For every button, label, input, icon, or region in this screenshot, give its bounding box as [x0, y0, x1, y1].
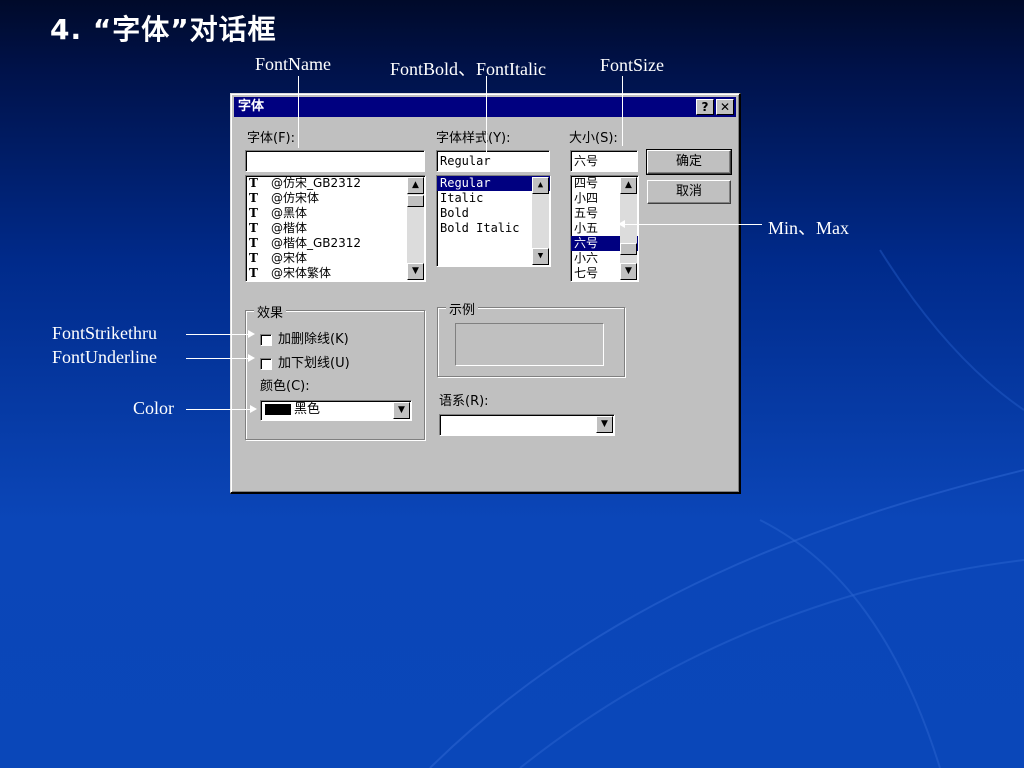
style-list-scrollbar[interactable]: ▲ ▼: [532, 177, 549, 265]
annotation-fontstrikethru: FontStrikethru: [52, 323, 158, 343]
script-label: 语系(R):: [439, 394, 489, 409]
list-item-label: 六号: [574, 236, 599, 250]
close-icon: ✕: [719, 100, 731, 114]
annotation-min-max: Min、Max: [768, 218, 849, 238]
list-item[interactable]: T @楷体: [246, 221, 425, 236]
list-item-label: @仿宋体: [271, 191, 320, 205]
list-item[interactable]: T @宋体繁体: [246, 266, 425, 281]
scroll-thumb[interactable]: [620, 243, 637, 255]
scroll-down-icon[interactable]: ▼: [620, 263, 637, 280]
scroll-thumb[interactable]: [407, 195, 424, 207]
strikethrough-label: 加删除线(K): [278, 332, 349, 347]
list-item-label: @宋体: [271, 251, 308, 265]
annotation-fontunderline: FontUnderline: [52, 347, 157, 367]
list-item[interactable]: T @仿宋_GB2312: [246, 176, 425, 191]
list-item-label: Regular: [440, 176, 491, 190]
font-list-scrollbar[interactable]: ▲ ▼: [407, 177, 424, 280]
list-item-label: 小四: [574, 191, 599, 205]
color-leader-line: [186, 409, 250, 410]
list-item-label: @仿宋_GB2312: [271, 176, 362, 190]
sample-preview: [455, 323, 604, 366]
font-name-input[interactable]: [245, 150, 425, 172]
font-size-input[interactable]: 六号: [570, 150, 638, 172]
strikethru-leader-line: [186, 334, 248, 335]
font-style-label: 字体样式(Y):: [436, 131, 511, 146]
list-item-label: Bold Italic: [440, 221, 520, 235]
scroll-down-icon[interactable]: ▼: [532, 248, 549, 265]
min-max-arrow-icon: [618, 220, 625, 228]
font-name-label: 字体(F):: [247, 131, 296, 146]
truetype-icon: T: [249, 221, 258, 235]
underline-checkbox-row[interactable]: 加下划线(U): [260, 352, 350, 371]
list-item-label: 五号: [574, 206, 599, 220]
size-list-scrollbar[interactable]: ▲ ▼: [620, 177, 637, 280]
close-button[interactable]: ✕: [716, 99, 734, 115]
list-item-label: 小五: [574, 221, 599, 235]
color-select-value: 黑色: [294, 402, 321, 417]
fontbold-leader-line: [486, 76, 487, 154]
truetype-icon: T: [249, 266, 258, 280]
list-item[interactable]: T @黑体: [246, 206, 425, 221]
list-item-label: 四号: [574, 176, 599, 190]
min-max-leader-line: [624, 224, 762, 225]
scroll-up-icon[interactable]: ▲: [532, 177, 549, 194]
list-item-label: Bold: [440, 206, 469, 220]
truetype-icon: T: [249, 176, 258, 190]
list-item-label: @宋体繁体: [271, 266, 332, 280]
slide-title: 4. “字体”对话框: [50, 13, 277, 46]
dialog-title: 字体: [238, 99, 265, 114]
list-item-label: 小六: [574, 251, 599, 265]
color-swatch: [265, 404, 291, 415]
font-name-list[interactable]: T @仿宋_GB2312 T @仿宋体 T @黑体 T @楷体 T @楷体_GB2312 T @宋体 T…: [245, 175, 426, 282]
effects-group-title: 效果: [254, 302, 287, 321]
ok-button[interactable]: 确定: [646, 149, 732, 175]
list-item-label: Italic: [440, 191, 484, 205]
chevron-down-icon[interactable]: ▼: [393, 402, 410, 419]
font-style-list[interactable]: Regular Italic Bold Bold Italic ▲ ▼: [436, 175, 551, 267]
list-item[interactable]: T @仿宋体: [246, 191, 425, 206]
strikethrough-checkbox[interactable]: [260, 333, 272, 346]
underline-label: 加下划线(U): [278, 356, 350, 371]
strikethrough-checkbox-row[interactable]: 加删除线(K): [260, 328, 349, 347]
dialog-titlebar[interactable]: 字体 ? ✕: [234, 97, 736, 117]
list-item-label: @楷体: [271, 221, 308, 235]
underline-leader-line: [186, 358, 248, 359]
truetype-icon: T: [249, 251, 258, 265]
annotation-color: Color: [133, 398, 175, 418]
truetype-icon: T: [249, 236, 258, 250]
list-items: T @仿宋_GB2312 T @仿宋体 T @黑体 T @楷体 T @楷体_GB2312 T @宋体 T…: [246, 176, 425, 281]
scroll-up-icon[interactable]: ▲: [407, 177, 424, 194]
list-item-label: @黑体: [271, 206, 308, 220]
underline-checkbox[interactable]: [260, 357, 272, 370]
fontname-leader-line: [298, 76, 299, 148]
color-arrow-icon: [250, 405, 257, 413]
annotation-fontname: FontName: [255, 54, 331, 74]
fontsize-leader-line: [622, 76, 623, 146]
font-size-label: 大小(S):: [569, 131, 618, 146]
underline-arrow-icon: [248, 354, 255, 362]
script-select[interactable]: ▼: [439, 414, 615, 436]
truetype-icon: T: [249, 191, 258, 205]
list-item[interactable]: T @宋体: [246, 251, 425, 266]
color-label: 颜色(C):: [260, 379, 310, 394]
list-item-label: 七号: [574, 266, 599, 280]
color-select[interactable]: 黑色 ▼: [260, 400, 412, 421]
annotation-fontsize: FontSize: [600, 55, 665, 75]
sample-group: 示例: [437, 299, 625, 377]
list-item[interactable]: T @楷体_GB2312: [246, 236, 425, 251]
annotation-fontbold-fontitalic: FontBold、FontItalic: [390, 59, 547, 79]
truetype-icon: T: [249, 206, 258, 220]
help-button[interactable]: ?: [696, 99, 714, 115]
strikethru-arrow-icon: [248, 330, 255, 338]
cancel-button[interactable]: 取消: [647, 180, 731, 204]
font-size-list[interactable]: 四号 小四 五号 小五 六号 小六 七号 ▲ ▼: [570, 175, 639, 282]
chevron-down-icon[interactable]: ▼: [596, 416, 613, 433]
scroll-up-icon[interactable]: ▲: [620, 177, 637, 194]
scroll-down-icon[interactable]: ▼: [407, 263, 424, 280]
font-style-input[interactable]: Regular: [436, 150, 550, 172]
list-item-label: @楷体_GB2312: [271, 236, 362, 250]
sample-group-title: 示例: [446, 299, 479, 318]
effects-group: 效果 加删除线(K) 加下划线(U) 颜色(C): 黑色 ▼: [245, 302, 425, 440]
